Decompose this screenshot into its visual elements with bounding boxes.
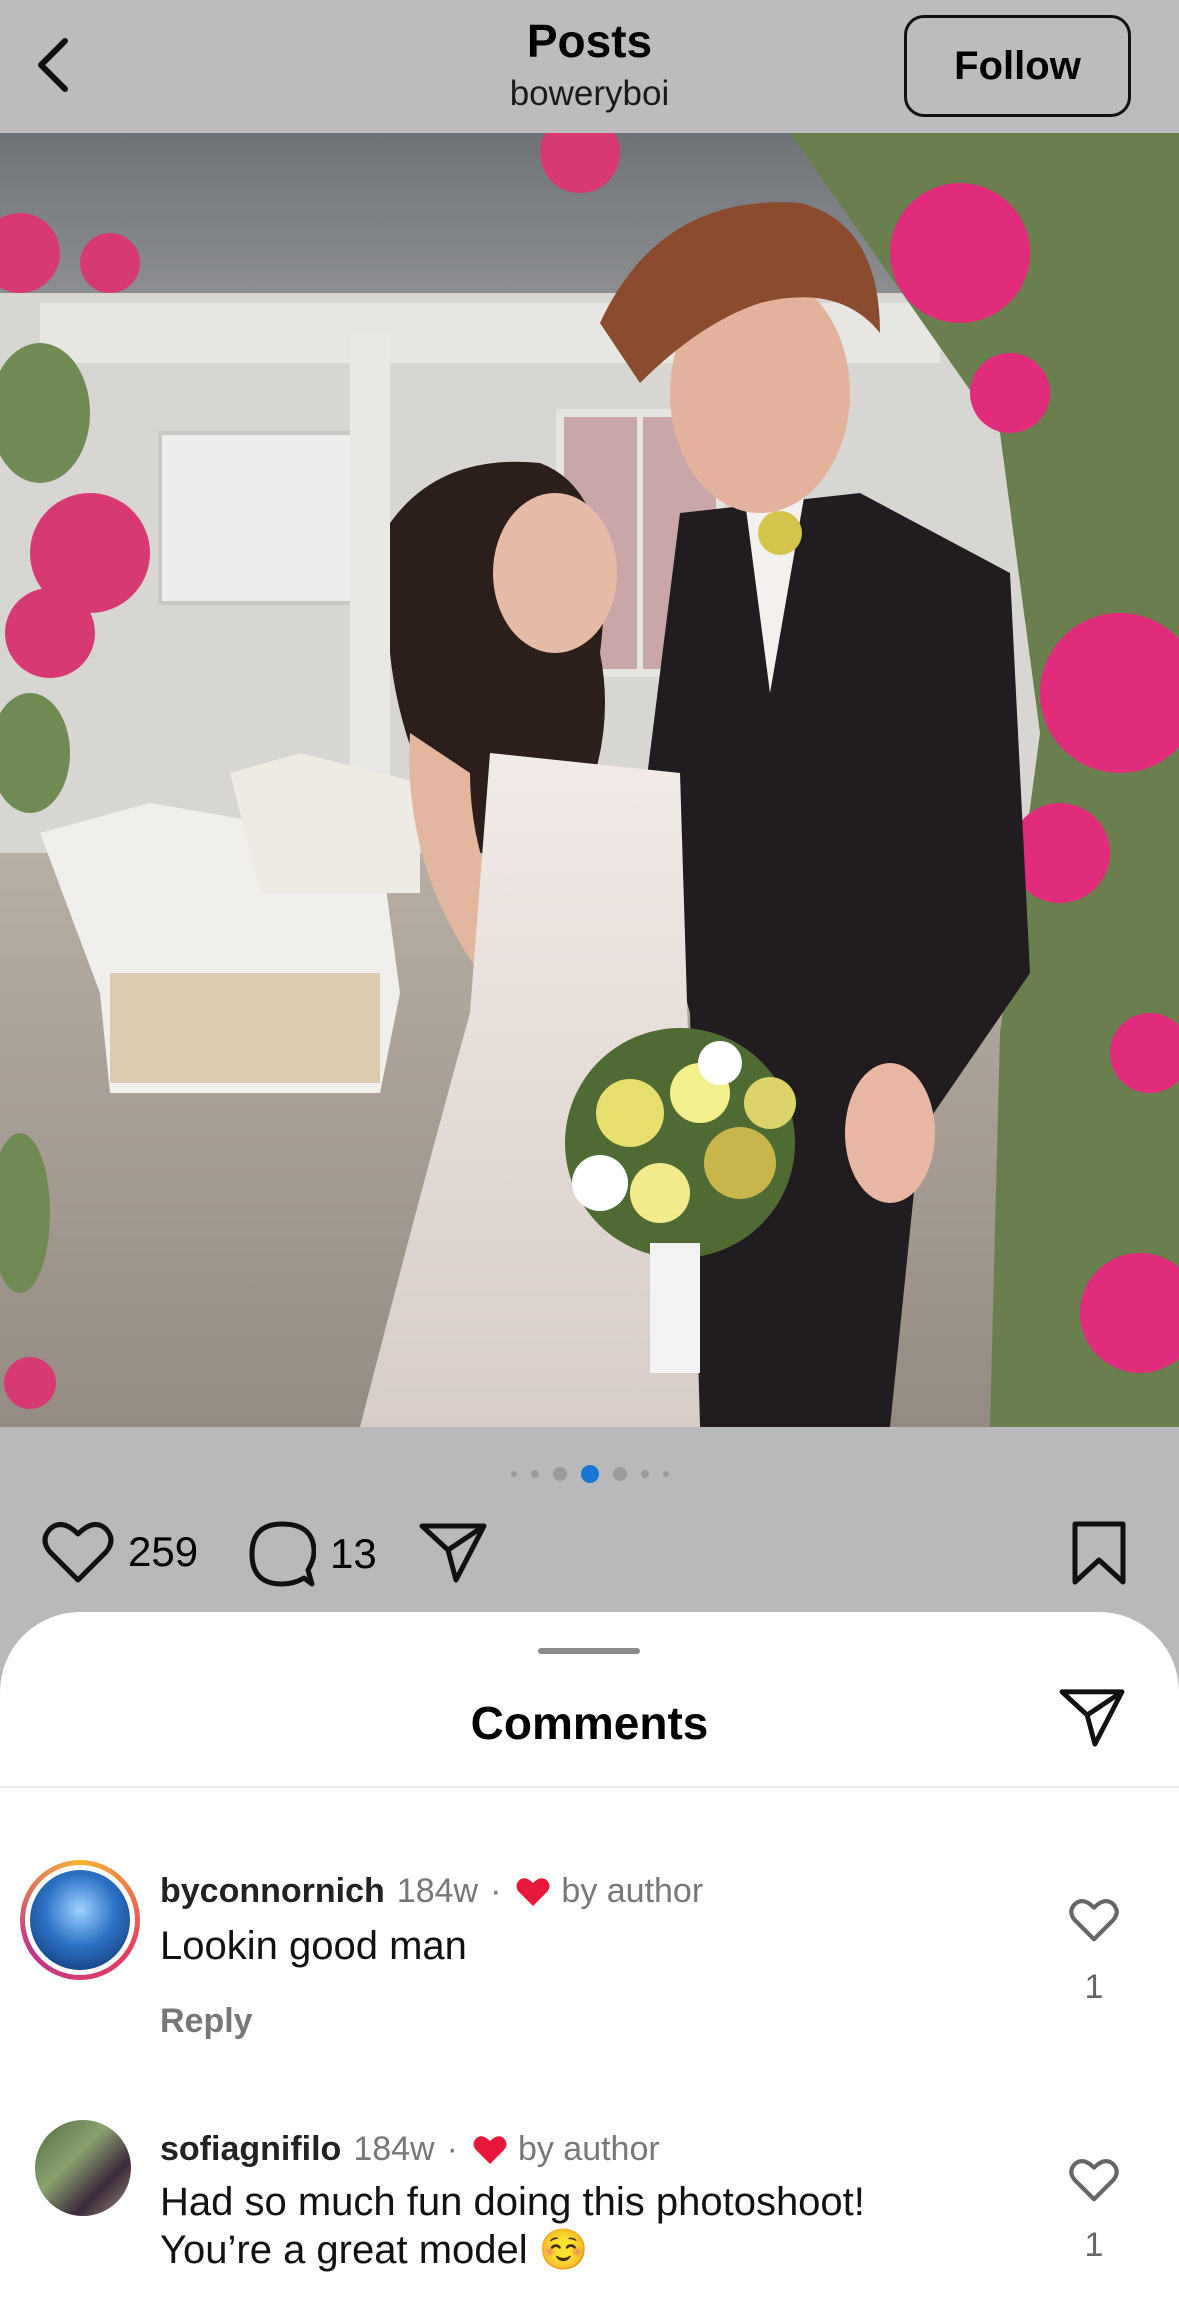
comment-like-button[interactable]: [1066, 2158, 1122, 2207]
avatar-story-ring[interactable]: [20, 1860, 140, 1980]
carousel-dot: [510, 1471, 517, 1477]
bookmark-icon: [1072, 1521, 1126, 1585]
comment-header: byconnornich 184w · by author: [160, 1872, 704, 1911]
comment-text-line: Had so much fun doing this photoshoot!: [160, 2180, 865, 2224]
paper-plane-icon: [419, 1523, 487, 1583]
comments-title: Comments: [470, 1697, 709, 1749]
comment-text: Lookin good man: [160, 1924, 467, 1968]
carousel-dot: [640, 1470, 649, 1478]
heart-outline-icon: [1069, 2159, 1119, 2202]
comment-age: 184w: [396, 1872, 479, 1910]
like-button[interactable]: 259: [42, 1520, 198, 1584]
comment-like-button[interactable]: [1066, 1898, 1122, 1947]
comment-username[interactable]: byconnornich: [160, 1872, 385, 1911]
heart-filled-icon: [472, 2134, 508, 2166]
heart-outline-icon: [1069, 1899, 1119, 1942]
avatar[interactable]: [35, 2120, 131, 2216]
post-image[interactable]: [0, 133, 1179, 1427]
divider: [0, 1786, 1179, 1788]
comment-age: 184w: [353, 2130, 435, 2168]
liked-by-author-label: by author: [517, 2130, 660, 2168]
like-count: 259: [128, 1528, 199, 1575]
reply-button[interactable]: Reply: [160, 2002, 253, 2041]
carousel-dot: [662, 1471, 669, 1477]
comment-text: Had so much fun doing this photoshoot! Y…: [160, 2178, 980, 2274]
comment-text-line: You’re a great model ☺️: [160, 2228, 589, 2272]
heart-outline-icon: [42, 1522, 114, 1583]
share-comments-button[interactable]: [1058, 1686, 1126, 1753]
comment-header: sofiagnifilo 184w · by author: [160, 2130, 660, 2169]
follow-button[interactable]: Follow: [904, 15, 1131, 117]
comments-sheet: Comments byconnornich 184w · by author L…: [0, 1612, 1179, 2301]
share-button[interactable]: [418, 1520, 488, 1584]
save-button[interactable]: [1070, 1520, 1128, 1586]
comment-button[interactable]: 13: [248, 1520, 377, 1588]
comment-like-count: 1: [1084, 1968, 1104, 2006]
heart-filled-icon: [515, 1876, 551, 1908]
top-bar: Posts boweryboi Follow: [0, 0, 1179, 133]
carousel-dot: [552, 1467, 567, 1481]
paper-plane-icon: [1059, 1689, 1125, 1747]
carousel-indicator: [0, 1462, 1179, 1486]
comment-like-count: 1: [1084, 2226, 1104, 2264]
avatar: [30, 1870, 130, 1970]
carousel-dot-active: [580, 1465, 599, 1483]
carousel-dot: [612, 1467, 627, 1481]
sheet-drag-handle[interactable]: [538, 1648, 640, 1654]
comment-bubble-icon: [249, 1521, 316, 1587]
post-action-bar: 259 13: [0, 1510, 1179, 1600]
carousel-dot: [530, 1470, 539, 1478]
comment-count: 13: [330, 1530, 377, 1577]
comment-username[interactable]: sofiagnifilo: [160, 2130, 341, 2169]
liked-by-author-label: by author: [561, 1872, 704, 1910]
